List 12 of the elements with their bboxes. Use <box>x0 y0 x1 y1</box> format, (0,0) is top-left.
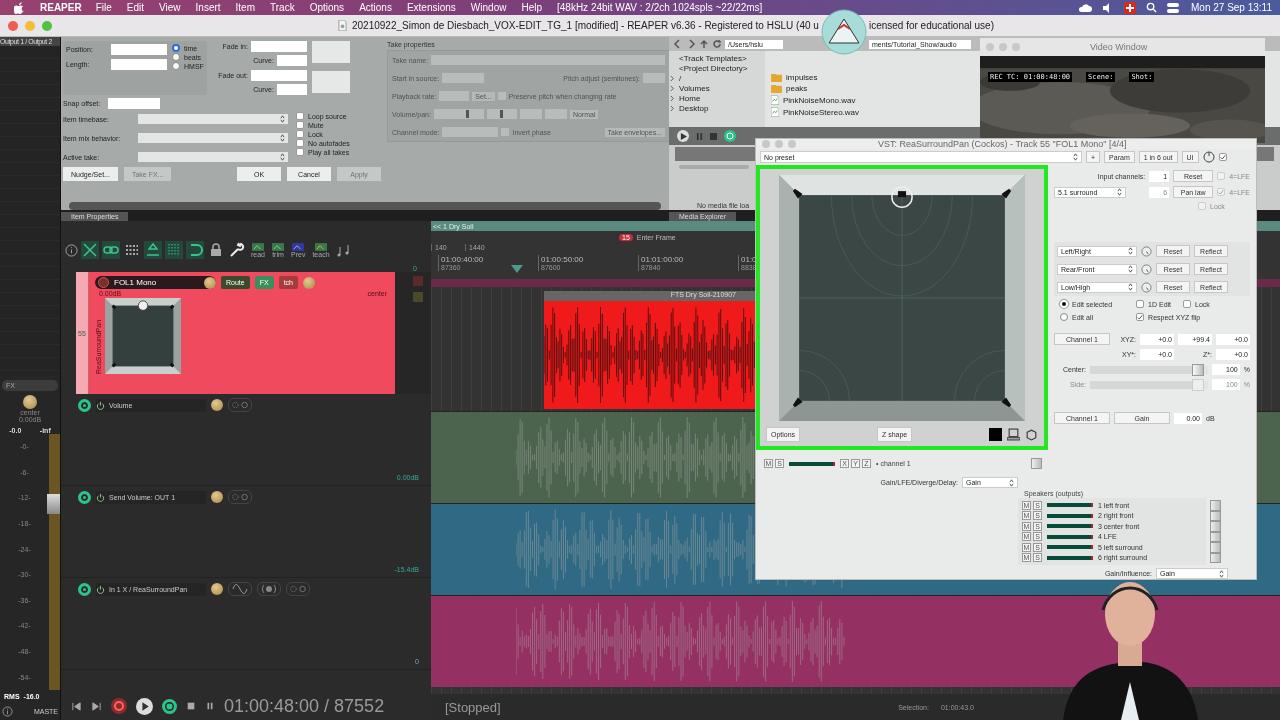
track-name: FOL1 Mono <box>114 278 157 287</box>
time-label: 01:00:50:00 <box>541 255 584 264</box>
audio-status: [48kHz 24bit WAV : 2/2ch 1024spls ~22/22ms] <box>557 2 763 13</box>
window-title: 20210922_Simon de Diesbach_VOX-EDIT_TG_1 [modified] - REAPER v6.36 - Registered to HSLU (40 u <box>352 20 819 31</box>
menu-bar-clock: Mon 27 Sep 13:11 <box>1191 2 1272 13</box>
time-label: 01:00:40:00 <box>441 255 484 264</box>
time-display: 01:00:48:00 / 87552 <box>224 695 385 717</box>
play-state: [Stopped] <box>445 699 501 715</box>
time-label: 01:01:00:00 <box>641 255 684 264</box>
window-title: Video Window <box>1090 42 1148 52</box>
window-title: VST: ReaSurroundPan (Cockos) - Track 55 "FOL1 Mono" [4/4] <box>878 139 1127 149</box>
window-title: icensed for educational use) <box>868 20 994 31</box>
